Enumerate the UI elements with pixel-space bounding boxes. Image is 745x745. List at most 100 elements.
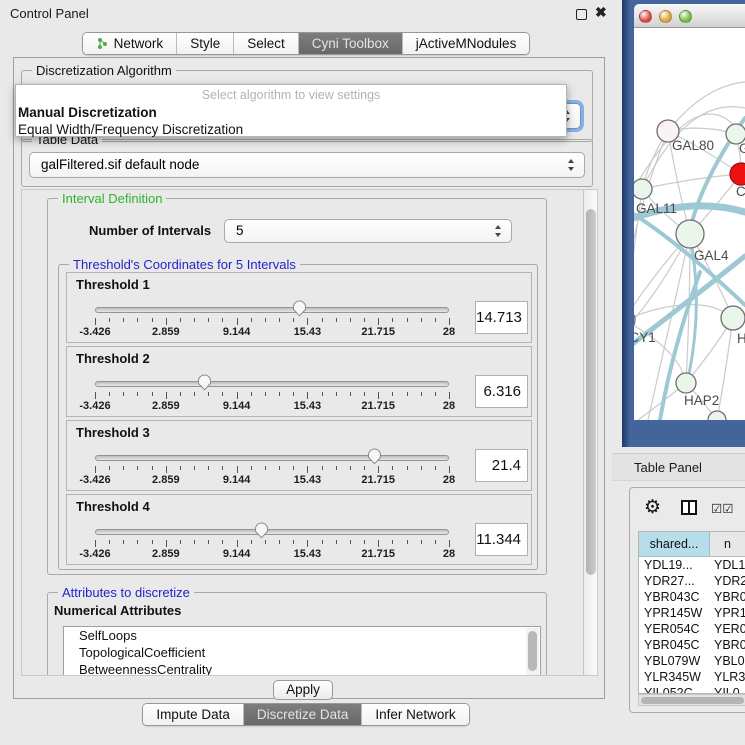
table-row[interactable]: YPR145WYPR1 xyxy=(639,605,745,621)
combobox-stepper-icon xyxy=(568,159,575,171)
network-node-C[interactable] xyxy=(730,163,745,185)
numerical-attributes-label: Numerical Attributes xyxy=(54,603,181,618)
threshold-value-field[interactable]: 6.316 xyxy=(475,375,528,408)
tab-cyni-toolbox[interactable]: Cyni Toolbox xyxy=(298,33,402,54)
network-icon xyxy=(96,37,109,50)
network-window-titlebar[interactable] xyxy=(634,4,745,28)
checkbox-filter-icons[interactable]: ☑☑ xyxy=(711,501,733,516)
zoom-traffic-light[interactable] xyxy=(679,10,692,23)
table-row[interactable]: YLR345WYLR3 xyxy=(639,669,745,685)
threshold-label: Threshold 3 xyxy=(76,425,150,440)
network-node-label: GAL11 xyxy=(636,201,677,216)
list-scrollbar[interactable] xyxy=(526,628,539,676)
threshold-slider-track[interactable] xyxy=(95,307,449,313)
threshold-slider-track[interactable] xyxy=(95,381,449,387)
threshold-slider-handle[interactable] xyxy=(367,447,382,465)
table-row[interactable]: YDR27...YDR2 xyxy=(639,573,745,589)
close-traffic-light[interactable] xyxy=(639,10,652,23)
slider-tick-labels: -3.4262.8599.14415.4321.71528 xyxy=(95,326,449,338)
network-node-GAL4[interactable] xyxy=(676,220,704,248)
network-canvas[interactable]: GAL80GCGAL11GAL4GCY1HHAP2 xyxy=(634,28,745,420)
slider-ticks xyxy=(95,318,449,325)
tab-label: Infer Network xyxy=(375,704,455,725)
tab-network[interactable]: Network xyxy=(83,33,177,54)
threshold-slider-handle[interactable] xyxy=(292,299,307,317)
threshold-label: Threshold 1 xyxy=(76,277,150,292)
apply-button[interactable]: Apply xyxy=(273,680,333,700)
tab-impute-data[interactable]: Impute Data xyxy=(143,704,243,725)
combobox-stepper-icon xyxy=(495,225,502,237)
attribute-list-item[interactable]: SelfLoops xyxy=(64,627,540,644)
network-node-GAL11[interactable] xyxy=(634,179,652,199)
columns-icon[interactable] xyxy=(681,500,697,518)
threshold-value-field[interactable]: 21.4 xyxy=(475,449,528,482)
tab-label: Style xyxy=(190,33,220,54)
tab-label: Network xyxy=(114,33,164,54)
slider-ticks xyxy=(95,540,449,547)
network-node-HAP2[interactable] xyxy=(676,373,696,393)
tab-infer-network[interactable]: Infer Network xyxy=(361,704,468,725)
cyni-toolbox-panel: Discretization Algorithm Select algorith… xyxy=(13,57,605,699)
settings-scrollpane: Interval Definition Number of Intervals … xyxy=(21,189,598,676)
network-node-label: GCY1 xyxy=(634,330,656,345)
tab-style[interactable]: Style xyxy=(176,33,233,54)
threshold-panel: Threshold 4 -3.4262.8599.14415.4321.7152… xyxy=(66,494,532,565)
number-of-intervals-label: Number of Intervals xyxy=(89,223,211,238)
dropdown-option-1[interactable]: Manual Discretization xyxy=(18,105,157,120)
table-row[interactable]: YER054CYER0 xyxy=(639,621,745,637)
float-window-icon[interactable] xyxy=(576,9,587,20)
table-row[interactable]: YIL052CYIL0 xyxy=(639,685,745,694)
threshold-label: Threshold 4 xyxy=(76,499,150,514)
attributes-group: Attributes to discretize Numerical Attri… xyxy=(47,592,547,676)
tab-jactivemnodules[interactable]: jActiveMNodules xyxy=(402,33,530,54)
threshold-slider-handle[interactable] xyxy=(197,373,212,391)
tab-label: jActiveMNodules xyxy=(416,33,517,54)
threshold-slider-handle[interactable] xyxy=(254,521,269,539)
column-header-name[interactable]: n xyxy=(710,532,745,557)
slider-tick-labels: -3.4262.8599.14415.4321.71528 xyxy=(95,474,449,486)
number-of-intervals-combobox[interactable]: 5 xyxy=(224,219,512,243)
number-of-intervals-value: 5 xyxy=(236,223,244,238)
settings-scrollbar[interactable] xyxy=(583,190,597,675)
tab-label: Discretize Data xyxy=(257,704,349,725)
algorithm-dropdown-popup: Select algorithm to view settings Manual… xyxy=(15,84,567,137)
interval-definition-group: Interval Definition Number of Intervals … xyxy=(47,198,547,575)
attribute-list-item[interactable]: BetweennessCentrality xyxy=(64,661,540,676)
threshold-value-field[interactable]: 11.344 xyxy=(475,523,528,556)
column-header-shared-name[interactable]: shared... xyxy=(639,532,710,557)
dropdown-placeholder: Select algorithm to view settings xyxy=(16,88,566,102)
table-data-selected: galFiltered.sif default node xyxy=(41,157,199,172)
attribute-list-item[interactable]: TopologicalCoefficient xyxy=(64,644,540,661)
network-node-label: GAL80 xyxy=(672,138,714,153)
tab-label: Impute Data xyxy=(156,704,230,725)
table-row[interactable]: YDL19...YDL1 xyxy=(639,557,745,573)
close-icon[interactable]: ✖ xyxy=(595,4,607,21)
network-view-frame[interactable]: GAL80GCGAL11GAL4GCY1HHAP2 xyxy=(622,0,745,447)
gear-icon[interactable]: ⚙ xyxy=(644,496,661,519)
network-node-label: G xyxy=(739,141,745,156)
threshold-slider-track[interactable] xyxy=(95,455,449,461)
tab-discretize-data[interactable]: Discretize Data xyxy=(243,704,362,725)
tab-label: Select xyxy=(247,33,285,54)
table-row[interactable]: YBL079WYBL0 xyxy=(639,653,745,669)
threshold-value-field[interactable]: 14.713 xyxy=(475,301,528,334)
network-node-GCY1[interactable] xyxy=(634,309,635,331)
tab-select[interactable]: Select xyxy=(233,33,298,54)
network-node-label: C xyxy=(736,184,745,199)
slider-tick-labels: -3.4262.8599.14415.4321.71528 xyxy=(95,548,449,560)
network-edge[interactable] xyxy=(717,318,733,420)
dropdown-option-2[interactable]: Equal Width/Frequency Discretization xyxy=(18,122,243,137)
table-data-combobox[interactable]: galFiltered.sif default node xyxy=(29,152,585,178)
network-edge[interactable] xyxy=(642,174,741,189)
network-node-label: H xyxy=(737,331,745,346)
thresholds-group-title: Threshold's Coordinates for 5 Intervals xyxy=(69,257,300,272)
table-header-row: shared... n xyxy=(639,532,745,557)
threshold-panel: Threshold 3 -3.4262.8599.14415.4321.7152… xyxy=(66,420,532,491)
threshold-slider-track[interactable] xyxy=(95,529,449,535)
numerical-attributes-list[interactable]: SelfLoopsTopologicalCoefficientBetweenne… xyxy=(63,626,541,676)
table-row[interactable]: YBR043CYBR0 xyxy=(639,589,745,605)
network-node-H[interactable] xyxy=(721,306,745,330)
table-horizontal-scrollbar[interactable] xyxy=(638,694,745,706)
minimize-traffic-light[interactable] xyxy=(659,10,672,23)
table-row[interactable]: YBR045CYBR0 xyxy=(639,637,745,653)
